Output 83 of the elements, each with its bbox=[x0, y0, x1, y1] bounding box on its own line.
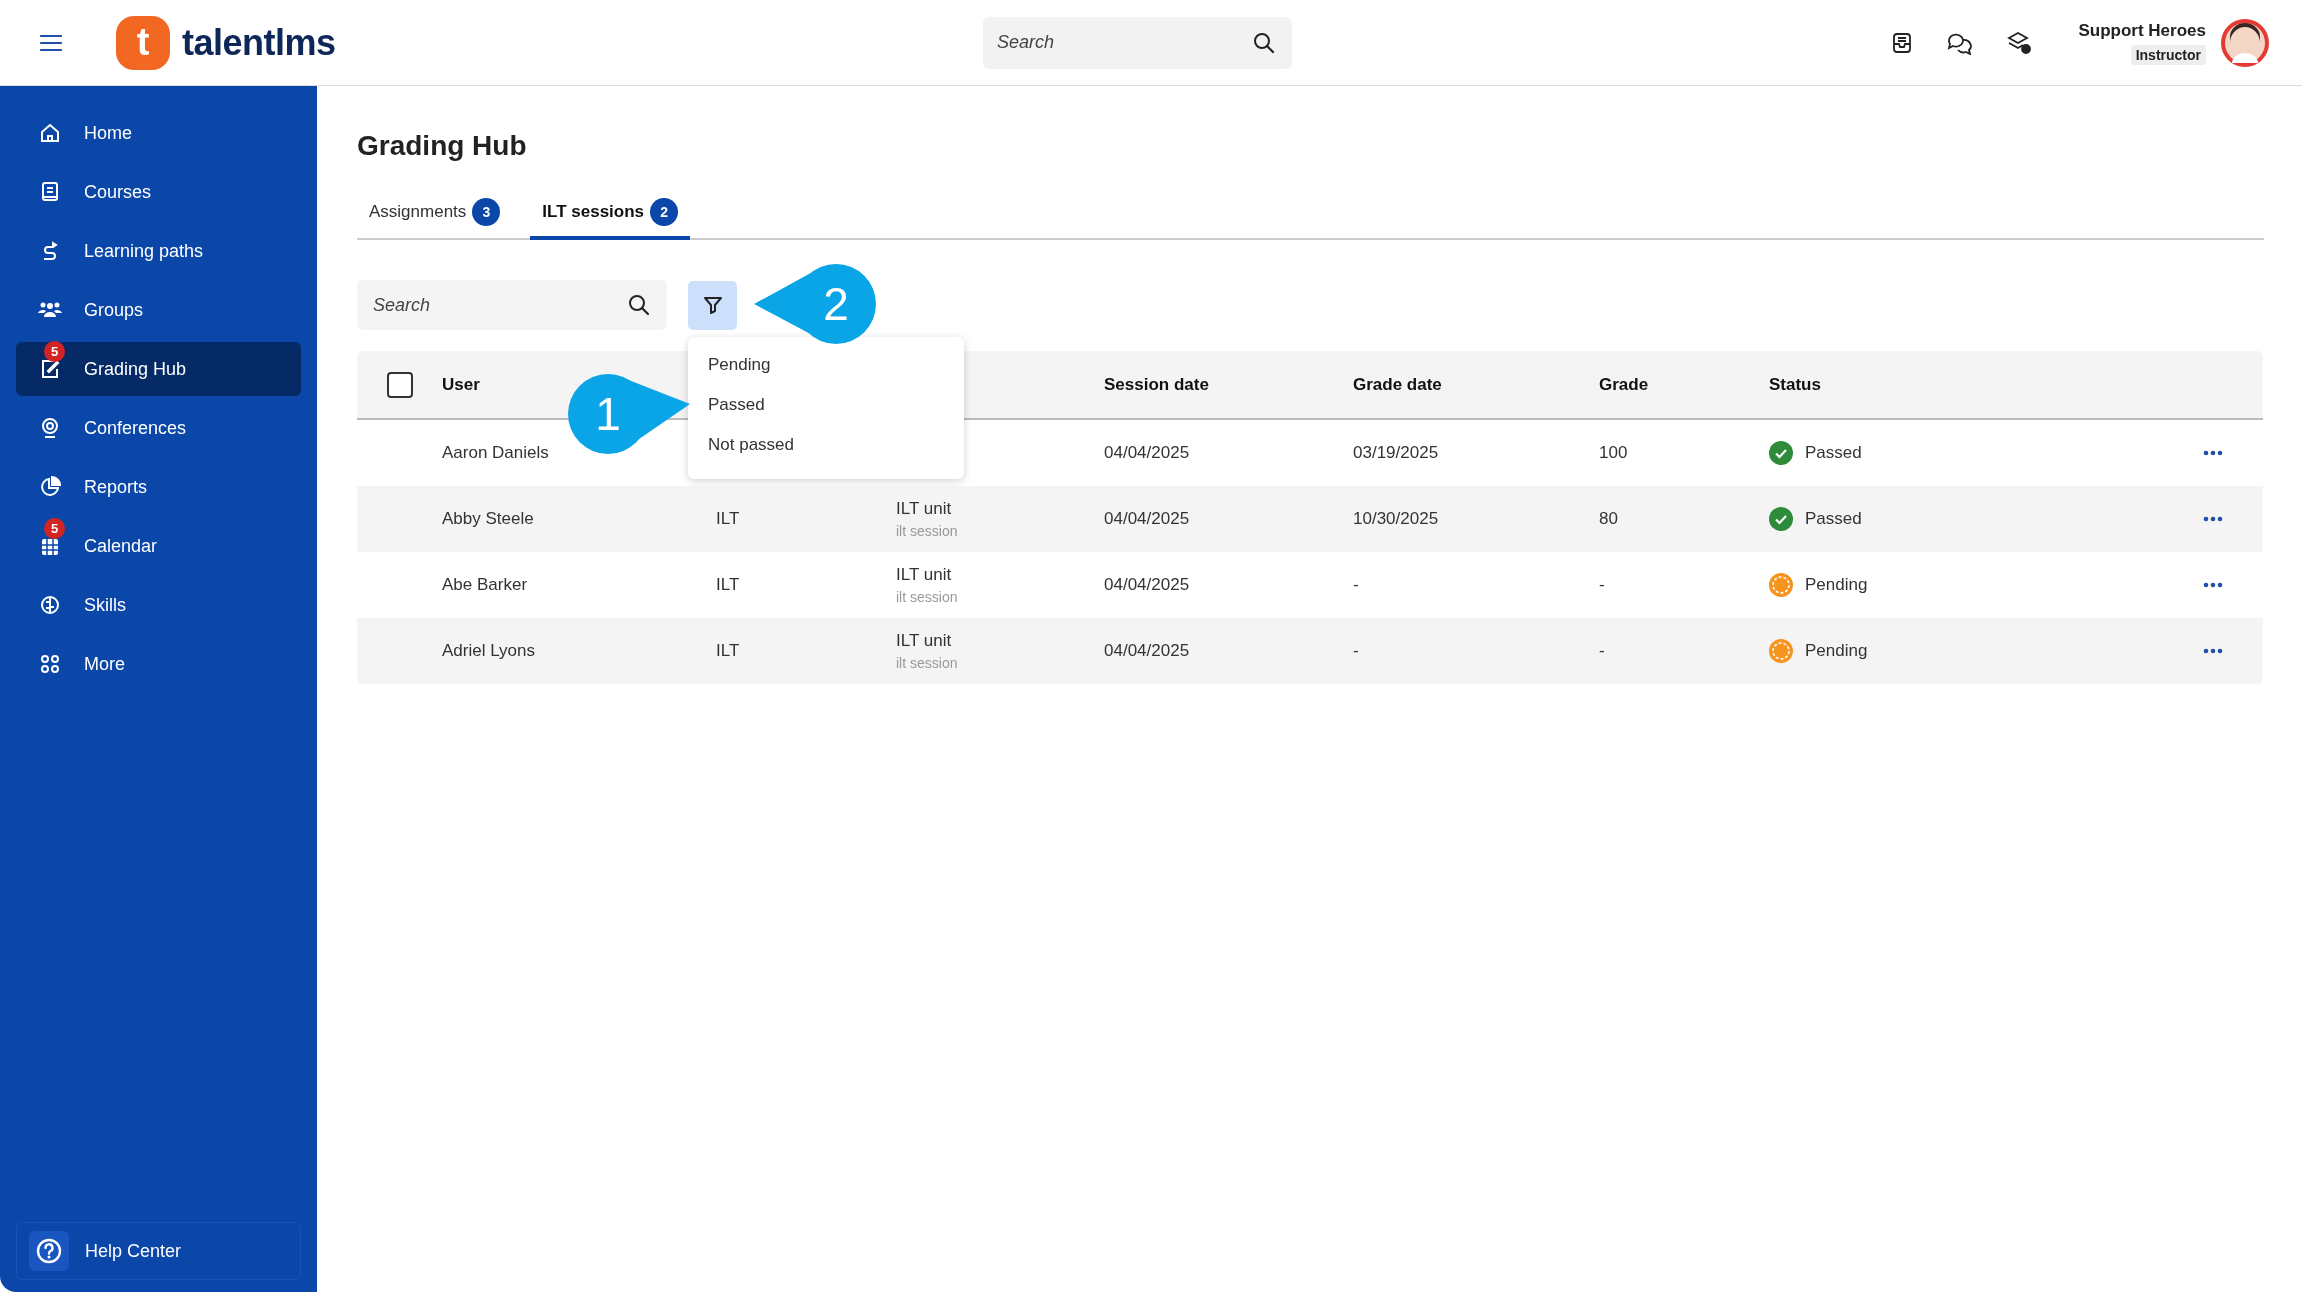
table-cell-text: 04/04/2025 bbox=[1104, 508, 1191, 530]
table-cell-text: 80 bbox=[1599, 508, 1619, 530]
more-icon[interactable] bbox=[2203, 582, 2223, 588]
column-header: Status bbox=[1769, 373, 1822, 396]
filter-icon bbox=[701, 294, 724, 316]
table-cell-text: - bbox=[1599, 640, 1606, 662]
filter-button[interactable] bbox=[688, 280, 737, 330]
sidebar-item[interactable]: Learning paths bbox=[16, 224, 301, 278]
table-cell-text: 04/04/2025 bbox=[1104, 640, 1191, 662]
search-field[interactable]: Search bbox=[357, 280, 667, 330]
table-cell-text: 03/19/2025 bbox=[1353, 442, 1440, 464]
sidebar-item[interactable]: Groups bbox=[16, 283, 301, 337]
sidebar-item[interactable]: More bbox=[16, 637, 301, 691]
unit-name: ILT unit bbox=[896, 565, 952, 585]
status-label: Passed bbox=[1805, 443, 1862, 463]
table-cell-text: 04/04/2025 bbox=[1104, 574, 1191, 596]
edit-icon bbox=[39, 358, 61, 380]
layers-icon[interactable] bbox=[2006, 30, 2033, 55]
more-icon[interactable] bbox=[2203, 516, 2223, 522]
search-icon bbox=[627, 293, 651, 317]
menu-item[interactable]: Passed bbox=[688, 385, 964, 425]
table-cell: ILT bbox=[716, 641, 740, 661]
column-header: Grade date bbox=[1353, 373, 1443, 396]
status-label: Pending bbox=[1805, 641, 1868, 661]
webcam-icon bbox=[39, 417, 61, 439]
sidebar-item[interactable]: Conferences bbox=[16, 401, 301, 455]
table-cell-text: 100 bbox=[1599, 442, 1629, 464]
table-cell-text: - bbox=[1599, 574, 1606, 596]
book-icon bbox=[39, 181, 61, 203]
sidebar-item[interactable]: Skills bbox=[16, 578, 301, 632]
table-cell-text: - bbox=[1353, 574, 1360, 596]
menu-item[interactable]: Not passed bbox=[688, 425, 964, 465]
sidebar-item[interactable]: Courses bbox=[16, 165, 301, 219]
sidebar-item[interactable]: 5 Calendar bbox=[16, 519, 301, 573]
table-cell-text: - bbox=[1353, 640, 1360, 662]
unit-type: ilt session bbox=[896, 655, 958, 671]
unit-name: ILT unit bbox=[896, 499, 952, 519]
user-name[interactable]: Support Heroes bbox=[2078, 20, 2206, 41]
sidebar-item[interactable]: Reports bbox=[16, 460, 301, 514]
avatar-icon[interactable] bbox=[2220, 17, 2270, 68]
tab[interactable]: ILT sessions 2 bbox=[530, 192, 691, 240]
search-field[interactable]: Search bbox=[983, 16, 1292, 69]
home-icon bbox=[39, 122, 61, 144]
table-cell: Adriel Lyons bbox=[442, 641, 535, 661]
pending-icon bbox=[1769, 573, 1793, 597]
table-cell: Abby Steele bbox=[442, 509, 534, 529]
notification-badge: 5 bbox=[44, 341, 65, 362]
table-cell: ILT bbox=[716, 575, 740, 595]
unit-type: ilt session bbox=[896, 589, 958, 605]
column-header: Session date bbox=[1104, 373, 1210, 396]
pending-icon bbox=[1769, 639, 1793, 663]
count-badge: 3 bbox=[472, 198, 501, 226]
table-cell-text: 10/30/2025 bbox=[1353, 508, 1440, 530]
tab[interactable]: Assignments 3 bbox=[369, 192, 501, 240]
table-cell: Aaron Daniels bbox=[442, 443, 549, 463]
table-cell: Abe Barker bbox=[442, 575, 528, 595]
menu-icon[interactable] bbox=[40, 33, 62, 52]
more-icon[interactable] bbox=[2203, 450, 2223, 456]
status-label: Pending bbox=[1805, 575, 1868, 595]
logo-text[interactable]: talentlms bbox=[182, 21, 336, 64]
status-label: Passed bbox=[1805, 509, 1862, 529]
help-icon bbox=[29, 1231, 69, 1271]
notification-badge: 5 bbox=[44, 518, 65, 539]
table-cell: ILT bbox=[716, 509, 740, 529]
menu-item[interactable]: Pending bbox=[688, 345, 964, 385]
check-circle-icon bbox=[1769, 441, 1793, 465]
select-all-checkbox[interactable] bbox=[387, 371, 413, 398]
unit-name: ILT unit bbox=[896, 631, 952, 651]
table-cell-text: 04/04/2025 bbox=[1104, 442, 1191, 464]
column-header: User bbox=[442, 374, 480, 395]
page-title: Grading Hub bbox=[357, 130, 528, 162]
help-center-link[interactable]: Help Center bbox=[16, 1222, 301, 1280]
pie-chart-icon bbox=[39, 476, 61, 498]
column-header: Grade bbox=[1599, 373, 1650, 396]
sidebar-item[interactable]: 5 Grading Hub bbox=[16, 342, 301, 396]
apps-icon bbox=[39, 653, 61, 675]
role-tag: Instructor bbox=[2130, 44, 2206, 65]
unit-type: ilt session bbox=[896, 523, 958, 539]
sidebar-item[interactable]: Home bbox=[16, 106, 301, 160]
count-badge: 2 bbox=[650, 198, 679, 226]
more-icon[interactable] bbox=[2203, 648, 2223, 654]
check-circle-icon bbox=[1769, 507, 1793, 531]
search-icon bbox=[1252, 30, 1276, 55]
